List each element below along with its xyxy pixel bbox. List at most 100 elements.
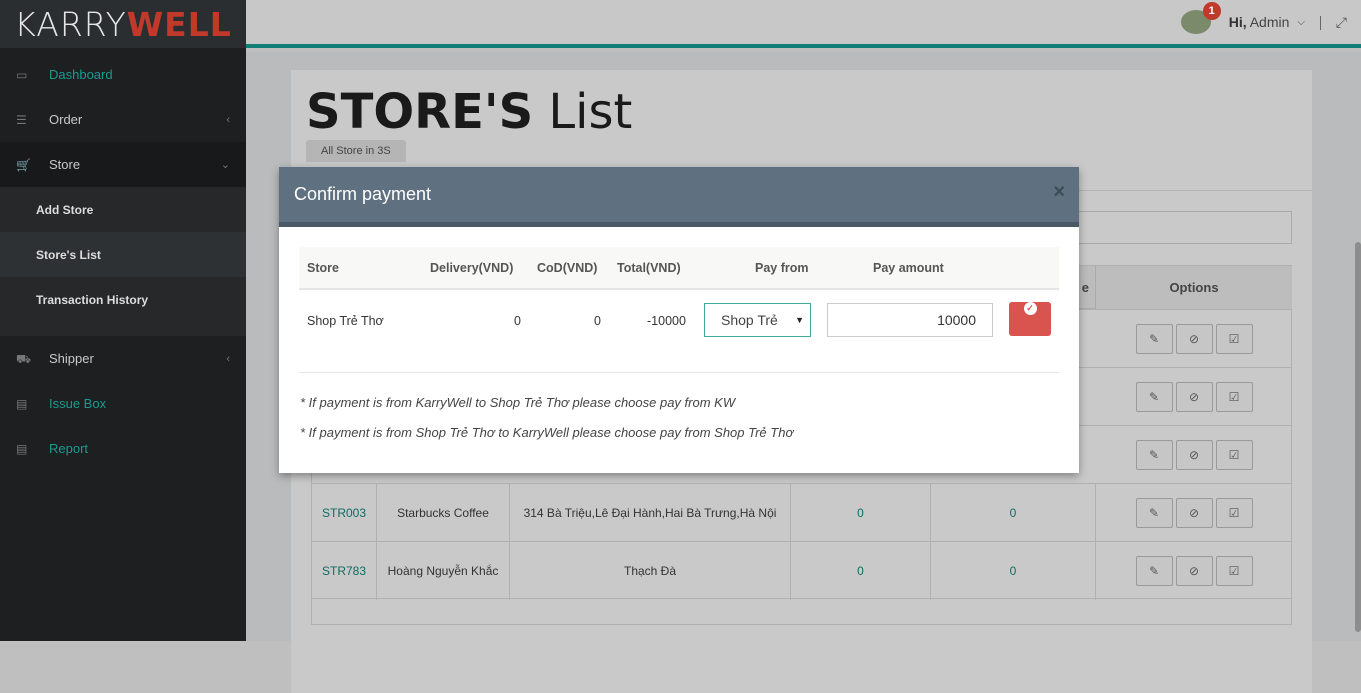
edit-icon[interactable]: ✎ <box>1136 440 1173 470</box>
check-square-icon[interactable]: ☑ <box>1216 498 1253 528</box>
confirm-button[interactable]: ✓ <box>1009 302 1051 336</box>
check-circle-icon: ✓ <box>1024 302 1037 315</box>
sidebar-item-shipper[interactable]: ⛟ Shipper ‹ <box>0 336 246 381</box>
chevron-left-icon: ‹ <box>226 114 230 126</box>
edit-icon[interactable]: ✎ <box>1136 324 1173 354</box>
check-square-icon[interactable]: ☑ <box>1216 324 1253 354</box>
page-title-rest: List <box>548 84 632 140</box>
edit-icon[interactable]: ✎ <box>1136 498 1173 528</box>
row-total: -10000 <box>647 290 686 352</box>
chevron-left-icon: ‹ <box>226 353 230 365</box>
user-name: Admin <box>1250 14 1290 30</box>
payment-note-2: * If payment is from Shop Trẻ Thơ to Kar… <box>300 425 793 440</box>
payment-table-header: Store Delivery(VND) CoD(VND) Total(VND) … <box>299 247 1059 290</box>
sidebar-subitem-label: Store's List <box>36 248 101 262</box>
cart-icon: 🛒 <box>16 159 32 171</box>
store-value-1: 0 <box>791 484 931 542</box>
payment-note-1: * If payment is from KarryWell to Shop T… <box>300 395 735 410</box>
edit-icon[interactable]: ✎ <box>1136 556 1173 586</box>
pay-from-select[interactable]: Shop Trẻ ▼ <box>704 303 811 337</box>
divider <box>299 372 1059 373</box>
sidebar-item-store[interactable]: 🛒 Store ⌄ <box>0 142 246 187</box>
sidebar-item-report[interactable]: ▤ Report <box>0 426 246 471</box>
store-name: Starbucks Coffee <box>377 484 510 542</box>
divider <box>1320 16 1321 30</box>
notification-badge: 1 <box>1203 2 1221 20</box>
check-square-icon[interactable]: ☑ <box>1216 556 1253 586</box>
header-pay-amount: Pay amount <box>873 247 944 288</box>
sidebar-item-issue-box[interactable]: ▤ Issue Box <box>0 381 246 426</box>
store-value-2: 0 <box>931 484 1096 542</box>
page-title: STORE'S List <box>306 84 632 140</box>
sidebar-subitem-label: Add Store <box>36 203 93 217</box>
header-pay-from: Pay from <box>755 247 809 288</box>
confirm-payment-modal: Confirm payment × Store Delivery(VND) Co… <box>279 167 1079 473</box>
store-value-1: 0 <box>791 542 931 600</box>
store-id-link[interactable]: STR783 <box>312 542 377 600</box>
store-id-link[interactable]: STR003 <box>312 484 377 542</box>
page-title-bold: STORE'S <box>306 84 533 140</box>
table-row: STR783 Hoàng Nguyễn Khắc Thạch Đà 0 0 ✎⊘… <box>312 541 1291 599</box>
block-icon[interactable]: ⊘ <box>1176 556 1213 586</box>
book-icon: ▤ <box>16 398 32 410</box>
brand-part1: KARRY <box>14 5 127 44</box>
row-delivery: 0 <box>514 290 521 352</box>
sidebar-item-label: Shipper <box>49 351 94 366</box>
sidebar-item-order[interactable]: ☰ Order ‹ <box>0 97 246 142</box>
store-address: 314 Bà Triệu,Lê Đại Hành,Hai Bà Trưng,Hà… <box>510 484 791 542</box>
sidebar-item-label: Store <box>49 157 80 172</box>
row-store: Shop Trẻ Thơ <box>307 290 384 352</box>
sidebar-subitem-transaction-history[interactable]: Transaction History <box>0 277 246 322</box>
store-value-2: 0 <box>931 542 1096 600</box>
user-menu[interactable]: 1 Hi, Admin ⌵ <box>1181 10 1305 34</box>
top-bar: 1 Hi, Admin ⌵ ⤢ <box>246 0 1361 48</box>
table-header-options: Options <box>1096 266 1292 309</box>
greeting-label: Hi, <box>1229 14 1247 30</box>
expand-icon[interactable]: ⤢ <box>1336 14 1347 31</box>
store-submenu: Add Store Store's List Transaction Histo… <box>0 187 246 336</box>
payment-table: Store Delivery(VND) CoD(VND) Total(VND) … <box>299 247 1059 352</box>
tab-all-store[interactable]: All Store in 3S <box>306 140 406 162</box>
store-name: Hoàng Nguyễn Khắc <box>377 542 510 600</box>
check-square-icon[interactable]: ☑ <box>1216 382 1253 412</box>
block-icon[interactable]: ⊘ <box>1176 382 1213 412</box>
check-square-icon[interactable]: ☑ <box>1216 440 1253 470</box>
close-icon[interactable]: × <box>1053 181 1065 204</box>
header-total: Total(VND) <box>617 247 681 288</box>
sidebar-item-label: Issue Box <box>49 396 106 411</box>
store-address: Thạch Đà <box>510 542 791 600</box>
dropdown-arrow-icon: ▼ <box>795 304 804 336</box>
sidebar: KARRYWELL ▭ Dashboard ☰ Order ‹ 🛒 Store … <box>0 0 246 641</box>
block-icon[interactable]: ⊘ <box>1176 440 1213 470</box>
row-cod: 0 <box>594 290 601 352</box>
modal-title: Confirm payment <box>279 167 1079 227</box>
list-icon: ☰ <box>16 114 32 126</box>
sidebar-item-label: Report <box>49 441 88 456</box>
header-cod: CoD(VND) <box>537 247 597 288</box>
sidebar-item-label: Order <box>49 112 82 127</box>
scrollbar[interactable] <box>1355 242 1361 632</box>
sidebar-item-label: Dashboard <box>49 67 113 82</box>
laptop-icon: ▭ <box>16 69 32 81</box>
brand-logo[interactable]: KARRYWELL <box>0 0 246 48</box>
table-row: STR003 Starbucks Coffee 314 Bà Triệu,Lê … <box>312 483 1291 541</box>
pay-amount-input[interactable]: 10000 <box>827 303 993 337</box>
pay-from-value: Shop Trẻ <box>721 304 778 336</box>
user-greeting: Hi, Admin <box>1229 14 1290 30</box>
block-icon[interactable]: ⊘ <box>1176 498 1213 528</box>
sidebar-item-dashboard[interactable]: ▭ Dashboard <box>0 52 246 97</box>
book-icon: ▤ <box>16 443 32 455</box>
block-icon[interactable]: ⊘ <box>1176 324 1213 354</box>
chevron-down-icon: ⌄ <box>221 158 230 171</box>
truck-icon: ⛟ <box>16 353 32 365</box>
sidebar-subitem-add-store[interactable]: Add Store <box>0 187 246 232</box>
payment-row: Shop Trẻ Thơ 0 0 -10000 Shop Trẻ▼ 10000 … <box>299 290 1059 352</box>
brand-part2: WELL <box>127 5 232 44</box>
avatar[interactable]: 1 <box>1181 10 1211 34</box>
edit-icon[interactable]: ✎ <box>1136 382 1173 412</box>
header-store: Store <box>307 247 339 288</box>
chevron-down-icon: ⌵ <box>1297 17 1305 28</box>
sidebar-subitem-label: Transaction History <box>36 293 148 307</box>
header-delivery: Delivery(VND) <box>430 247 513 288</box>
sidebar-subitem-stores-list[interactable]: Store's List <box>0 232 246 277</box>
